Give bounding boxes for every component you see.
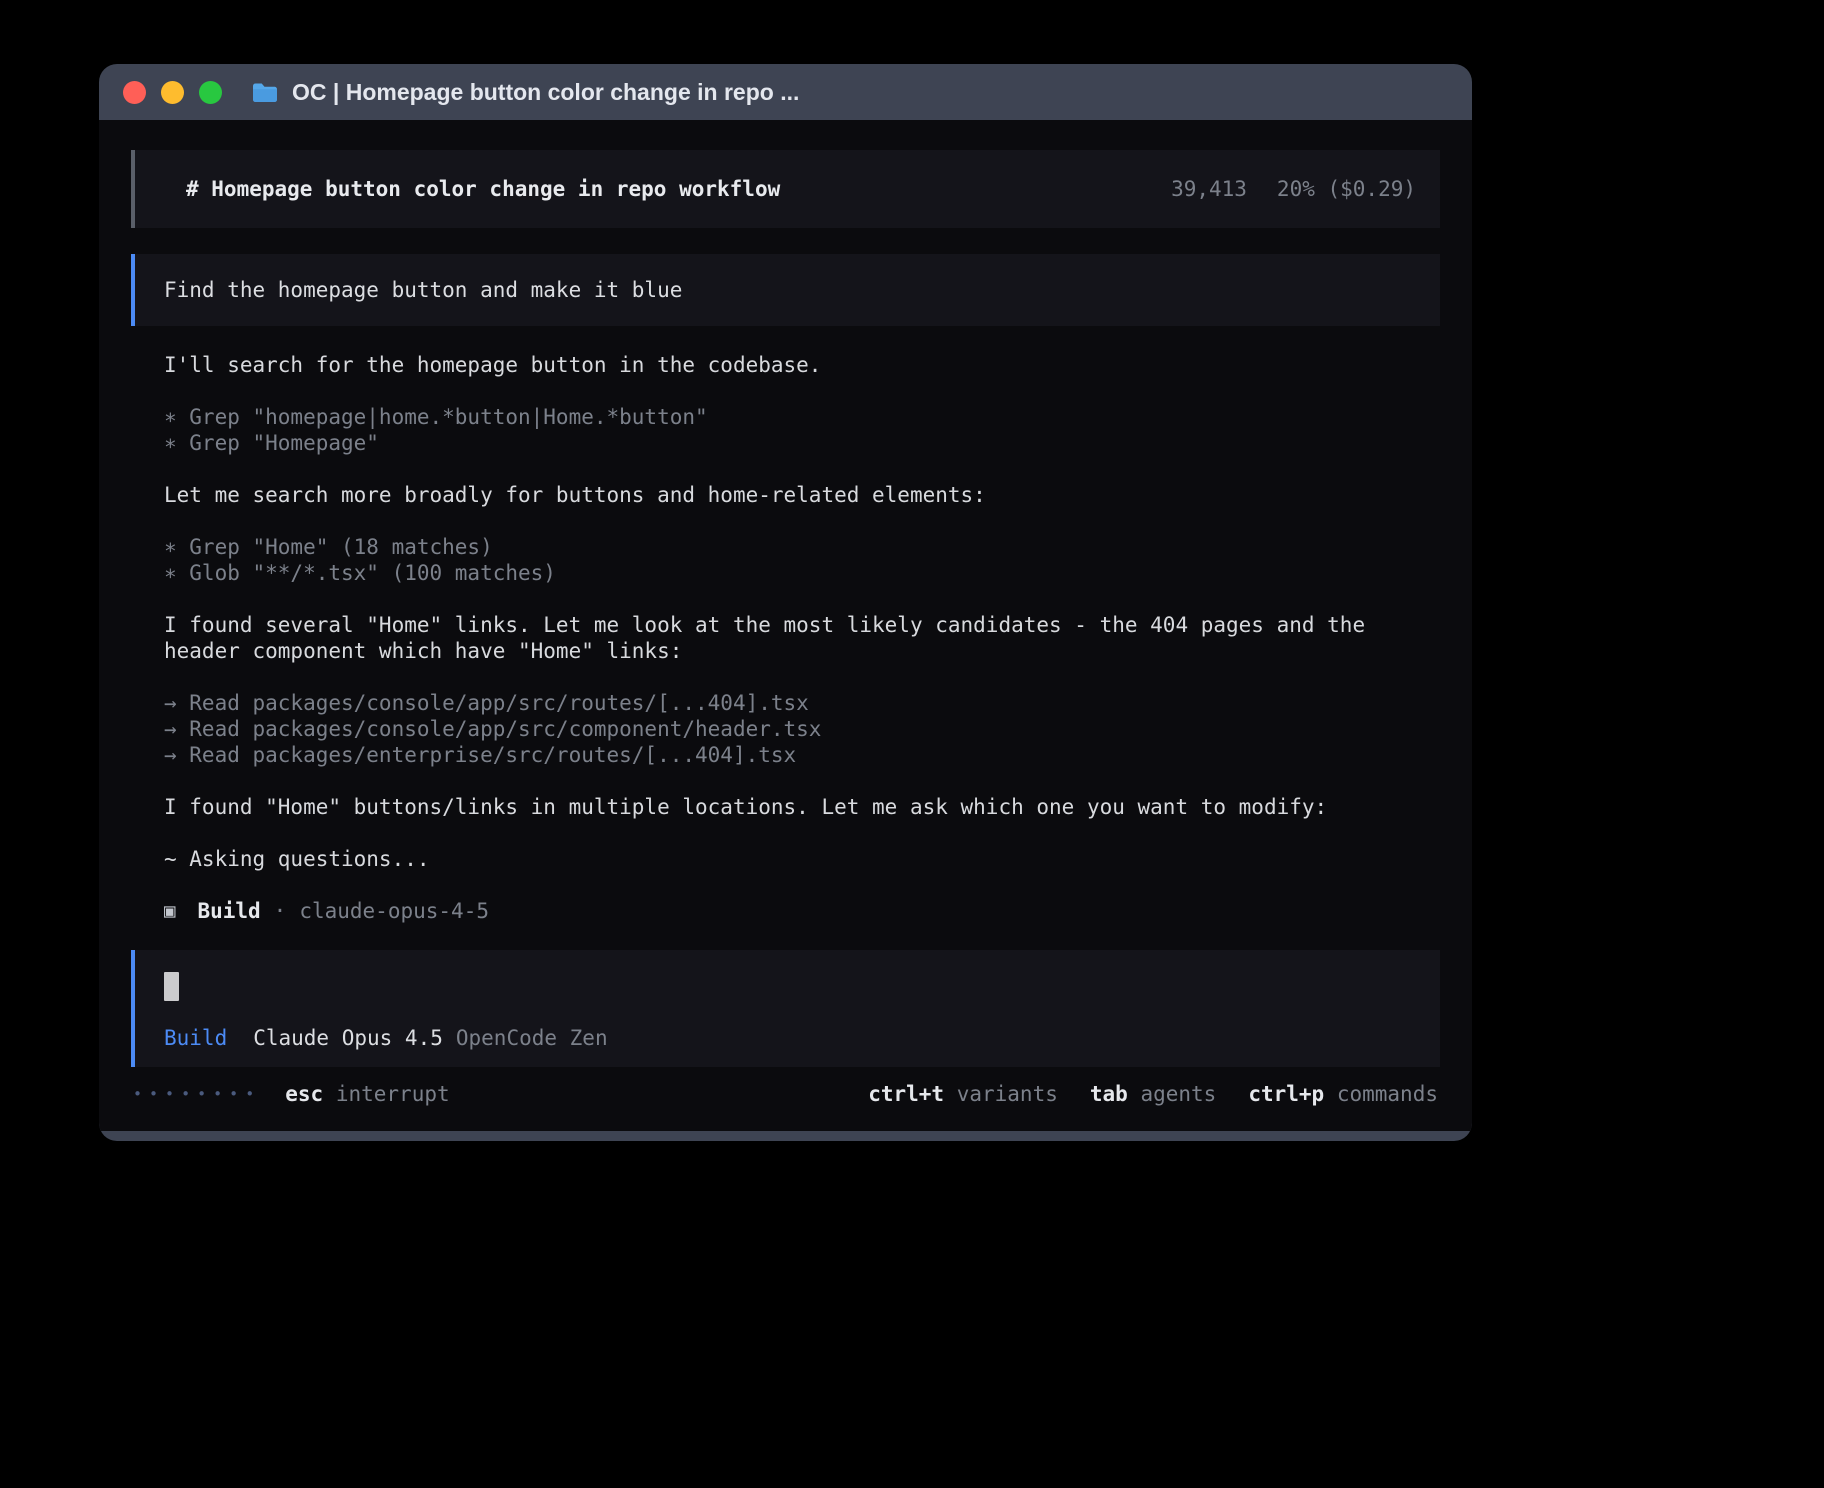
token-count: 39,413 [1171, 176, 1247, 202]
agent-separator: · [274, 898, 287, 924]
tool-call-group: ∗ Grep "homepage|home.*button|Home.*butt… [131, 404, 1440, 456]
window-title: OC | Homepage button color change in rep… [292, 79, 799, 106]
user-message: Find the homepage button and make it blu… [131, 254, 1440, 326]
shortcut-commands: ctrl+p commands [1248, 1081, 1438, 1107]
folder-icon [251, 81, 279, 104]
model-name[interactable]: Claude Opus 4.5 [253, 1025, 443, 1051]
session-header: # Homepage button color change in repo w… [131, 150, 1440, 228]
session-title: # Homepage button color change in repo w… [186, 176, 780, 202]
context-usage: 20% ($0.29) [1277, 176, 1416, 202]
tool-call-read: → Read packages/console/app/src/componen… [164, 716, 1440, 742]
shortcut-agents: tab agents [1090, 1081, 1216, 1107]
assistant-text: Let me search more broadly for buttons a… [131, 482, 1440, 508]
provider-name: OpenCode Zen [456, 1025, 608, 1051]
assistant-text: I'll search for the homepage button in t… [131, 352, 1440, 378]
status-bar: •••••••• esc interrupt ctrl+t variants t… [131, 1081, 1440, 1107]
text-cursor [164, 972, 179, 1001]
terminal-content: # Homepage button color change in repo w… [99, 120, 1472, 1131]
input-meta: Build Claude Opus 4.5 OpenCode Zen [164, 1025, 1416, 1051]
shortcut-variants: ctrl+t variants [868, 1081, 1058, 1107]
tool-call-group: → Read packages/console/app/src/routes/[… [131, 690, 1440, 768]
mode-selector[interactable]: Build [164, 1025, 227, 1051]
agent-icon: ▣ [164, 898, 175, 924]
window-titlebar[interactable]: OC | Homepage button color change in rep… [99, 64, 1472, 120]
assistant-text: I found "Home" buttons/links in multiple… [131, 794, 1440, 820]
zoom-button[interactable] [199, 81, 222, 104]
transcript: # Homepage button color change in repo w… [131, 150, 1440, 1067]
agent-model: claude-opus-4-5 [299, 898, 489, 924]
shortcut-key: tab [1090, 1082, 1128, 1106]
status-shortcuts: ctrl+t variants tab agents ctrl+p comman… [868, 1081, 1438, 1107]
agent-name: Build [197, 898, 260, 924]
minimize-button[interactable] [161, 81, 184, 104]
tool-call-grep: ∗ Grep "Homepage" [164, 430, 1440, 456]
tool-call-group: ∗ Grep "Home" (18 matches) ∗ Glob "**/*.… [131, 534, 1440, 586]
close-button[interactable] [123, 81, 146, 104]
tool-call-grep: ∗ Grep "Home" (18 matches) [164, 534, 1440, 560]
shortcut-key: esc [285, 1082, 323, 1106]
input-line[interactable] [164, 972, 1416, 1001]
assistant-text: I found several "Home" links. Let me loo… [131, 612, 1440, 664]
agent-badge: ▣ Build · claude-opus-4-5 [131, 898, 1440, 924]
shortcut-label: variants [957, 1082, 1058, 1106]
tool-call-glob: ∗ Glob "**/*.tsx" (100 matches) [164, 560, 1440, 586]
working-status: ~ Asking questions... [131, 846, 1440, 872]
progress-spinner-icon: •••••••• [133, 1081, 261, 1107]
shortcut-key: ctrl+p [1248, 1082, 1324, 1106]
shortcut-label: agents [1140, 1082, 1216, 1106]
shortcut-label: commands [1337, 1082, 1438, 1106]
tool-call-read: → Read packages/console/app/src/routes/[… [164, 690, 1440, 716]
shortcut-label: interrupt [336, 1082, 450, 1106]
shortcut-key: ctrl+t [868, 1082, 944, 1106]
user-message-text: Find the homepage button and make it blu… [164, 278, 682, 302]
session-stats: 39,413 20% ($0.29) [1171, 176, 1416, 202]
shortcut-interrupt: esc interrupt [285, 1081, 449, 1107]
prompt-input[interactable]: Build Claude Opus 4.5 OpenCode Zen [131, 950, 1440, 1067]
tool-call-read: → Read packages/enterprise/src/routes/[.… [164, 742, 1440, 768]
tool-call-grep: ∗ Grep "homepage|home.*button|Home.*butt… [164, 404, 1440, 430]
terminal-window: OC | Homepage button color change in rep… [99, 64, 1472, 1141]
